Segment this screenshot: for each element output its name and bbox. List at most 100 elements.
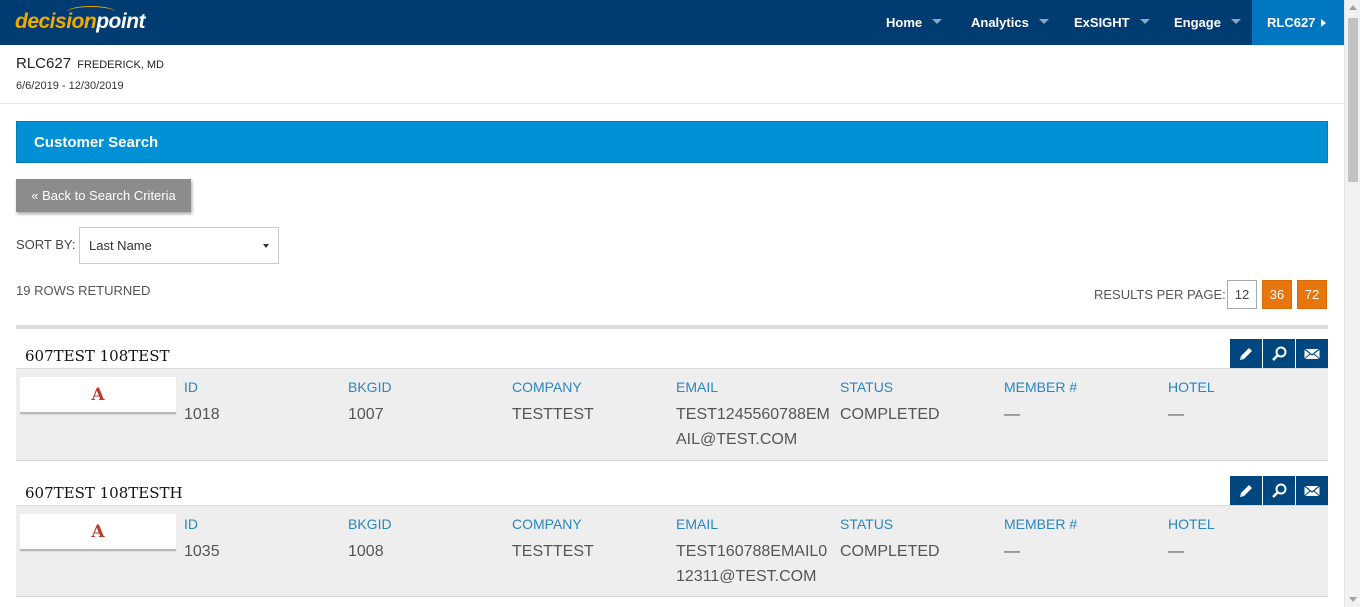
field-value: — <box>1004 406 1020 423</box>
vertical-scrollbar[interactable] <box>1344 0 1360 607</box>
field-value: — <box>1168 406 1184 423</box>
top-navbar: decisionpoint Home Analytics ExSIGHT Eng… <box>0 0 1344 45</box>
avatar-letter: A <box>91 522 105 542</box>
field-label: MEMBER # <box>1004 379 1078 395</box>
field-label: HOTEL <box>1168 379 1215 395</box>
field-email: EMAIL TEST1245560788EMAIL@TEST.COM <box>676 379 836 452</box>
sort-by-select[interactable]: Last Name <box>79 227 279 264</box>
nav-account-rlc627[interactable]: RLC627 <box>1252 0 1344 45</box>
field-value: COMPLETED <box>840 406 940 423</box>
scroll-down-arrow-icon[interactable] <box>1349 597 1357 602</box>
nav-analytics-label: Analytics <box>971 15 1029 30</box>
sort-by-value: Last Name <box>89 238 152 253</box>
results-per-page-label: RESULTS PER PAGE: <box>1094 287 1226 302</box>
caret-down-icon <box>1139 19 1150 25</box>
envelope-icon <box>1304 348 1320 360</box>
per-page-12-button[interactable]: 12 <box>1227 280 1257 309</box>
pencil-icon <box>1240 485 1252 497</box>
field-label: BKGID <box>348 379 392 395</box>
magnifier-icon <box>1272 346 1287 361</box>
field-value: — <box>1168 543 1184 560</box>
field-id: ID 1018 <box>184 379 344 427</box>
email-customer-button[interactable] <box>1296 339 1328 369</box>
nav-engage[interactable]: Engage <box>1174 0 1241 45</box>
field-hotel: HOTEL — <box>1168 379 1328 427</box>
edit-customer-button[interactable] <box>1230 476 1262 506</box>
field-value: TEST1245560788EMAIL@TEST.COM <box>676 406 830 448</box>
field-label: ID <box>184 516 198 532</box>
field-value: COMPLETED <box>840 543 940 560</box>
back-to-search-criteria-button[interactable]: « Back to Search Criteria <box>16 179 191 212</box>
customer-detail-row: A ID 1035 BKGID 1008 COMPANY TESTTEST EMAIL… <box>16 505 1328 597</box>
chevron-down-icon <box>263 244 269 248</box>
nav-engage-label: Engage <box>1174 15 1221 30</box>
field-bkgid: BKGID 1007 <box>348 379 508 427</box>
sort-by-label: SORT BY: <box>16 237 76 252</box>
customer-detail-row: A ID 1018 BKGID 1007 COMPANY TESTTEST EMAIL… <box>16 368 1328 461</box>
caret-down-icon <box>1230 19 1241 25</box>
field-value: TESTTEST <box>512 543 594 560</box>
customer-result-card: 607TEST 108TEST A ID 1018 BKGID 1007 COMPA… <box>16 339 1328 461</box>
field-label: BKGID <box>348 516 392 532</box>
field-label: EMAIL <box>676 379 719 395</box>
per-page-36-button[interactable]: 36 <box>1262 280 1292 309</box>
scroll-up-arrow-icon[interactable] <box>1349 5 1357 10</box>
field-label: COMPANY <box>512 516 582 532</box>
location-title: RLC627 FREDERICK, MD <box>16 55 164 72</box>
envelope-icon <box>1304 485 1320 497</box>
field-label: MEMBER # <box>1004 516 1078 532</box>
field-label: EMAIL <box>676 516 719 532</box>
nav-exsight-label: ExSIGHT <box>1074 15 1130 30</box>
nav-exsight[interactable]: ExSIGHT <box>1074 0 1150 45</box>
nav-analytics[interactable]: Analytics <box>971 0 1049 45</box>
field-member: MEMBER # — <box>1004 516 1164 564</box>
field-label: STATUS <box>840 379 894 395</box>
location-city: FREDERICK, MD <box>77 59 164 71</box>
view-customer-button[interactable] <box>1263 339 1295 369</box>
field-id: ID 1035 <box>184 516 344 564</box>
caret-right-icon <box>1321 18 1327 27</box>
field-label: STATUS <box>840 516 894 532</box>
scroll-thumb[interactable] <box>1348 18 1358 182</box>
field-value: 1018 <box>184 406 220 423</box>
rows-returned-count: 19 ROWS RETURNED <box>16 283 151 298</box>
nav-account-label: RLC627 <box>1267 15 1316 30</box>
nav-home[interactable]: Home <box>886 0 943 45</box>
field-label: ID <box>184 379 198 395</box>
caret-down-icon <box>1038 19 1049 25</box>
field-bkgid: BKGID 1008 <box>348 516 508 564</box>
field-status: STATUS COMPLETED <box>840 516 1000 564</box>
field-company: COMPANY TESTTEST <box>512 516 672 564</box>
customer-search-panel-header: Customer Search <box>16 121 1328 163</box>
email-customer-button[interactable] <box>1296 476 1328 506</box>
customer-result-card: 607TEST 108TESTH A ID 1035 BKGID 1008 COMP… <box>16 476 1328 598</box>
customer-name[interactable]: 607TEST 108TESTH <box>25 484 183 502</box>
per-page-72-button[interactable]: 72 <box>1297 280 1327 309</box>
customer-avatar: A <box>20 377 176 414</box>
field-hotel: HOTEL — <box>1168 516 1328 564</box>
decisionpoint-logo[interactable]: decisionpoint <box>15 6 146 38</box>
customer-name[interactable]: 607TEST 108TEST <box>25 347 170 365</box>
field-value: TEST160788EMAIL012311@TEST.COM <box>676 543 828 585</box>
result-actions <box>1230 476 1328 506</box>
logo-swoosh <box>67 6 115 18</box>
field-value: TESTTEST <box>512 406 594 423</box>
avatar-letter: A <box>91 385 105 405</box>
field-company: COMPANY TESTTEST <box>512 379 672 427</box>
field-email: EMAIL TEST160788EMAIL012311@TEST.COM <box>676 516 836 589</box>
field-value: 1035 <box>184 543 220 560</box>
field-value: 1008 <box>348 543 384 560</box>
panel-title: Customer Search <box>34 134 159 151</box>
results-divider <box>16 325 1328 329</box>
location-header: RLC627 FREDERICK, MD 6/6/2019 - 12/30/20… <box>0 45 1344 104</box>
view-customer-button[interactable] <box>1263 476 1295 506</box>
edit-customer-button[interactable] <box>1230 339 1262 369</box>
nav-home-label: Home <box>886 15 923 30</box>
caret-down-icon <box>932 19 943 25</box>
magnifier-icon <box>1272 483 1287 498</box>
field-member: MEMBER # — <box>1004 379 1164 427</box>
field-label: COMPANY <box>512 379 582 395</box>
location-code: RLC627 <box>16 55 72 72</box>
pencil-icon <box>1240 348 1252 360</box>
field-value: — <box>1004 543 1020 560</box>
